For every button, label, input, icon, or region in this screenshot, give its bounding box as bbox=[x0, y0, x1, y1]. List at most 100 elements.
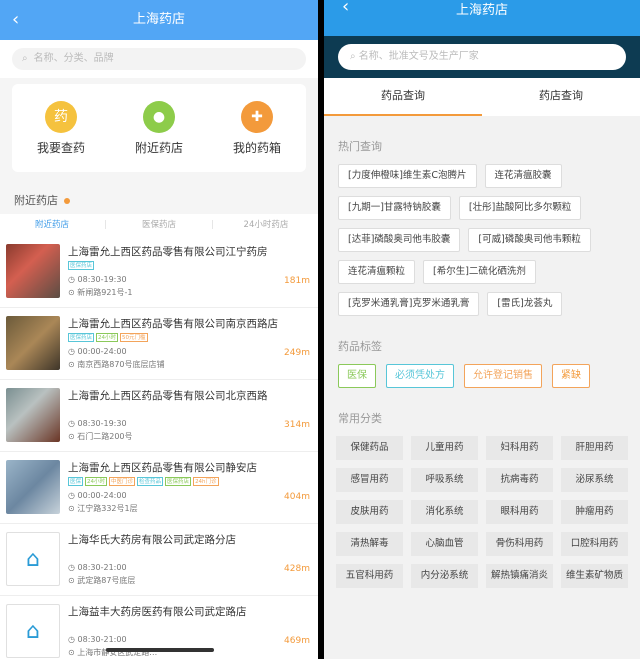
home-indicator[interactable] bbox=[106, 648, 214, 652]
tab-medicine-query[interactable]: 药品查询 bbox=[324, 78, 482, 116]
right-header: ‹ 上海药店 bbox=[324, 0, 640, 36]
category-chip[interactable]: 清热解毒 bbox=[336, 532, 403, 556]
location-pin-icon: ● bbox=[143, 100, 175, 133]
pharmacy-item[interactable]: 上海雷允上西区药品零售有限公司北京西路 ◷ 08:30-19:30 ⊙ 石门二路20… bbox=[0, 380, 318, 452]
medicine-box-icon: ✚ bbox=[241, 100, 273, 133]
category-chip[interactable]: 内分泌系统 bbox=[411, 564, 478, 588]
pharmacy-item[interactable]: 上海雷允上西区药品零售有限公司江宁药房 医保药店 ◷ 08:30-19:30 ⊙ 新闸… bbox=[0, 236, 318, 308]
pharmacy-item[interactable]: ⌂ 上海华氏大药房有限公司武定路分店 ◷ 08:30-21:00 ⊙ 武定路87号底层… bbox=[0, 524, 318, 596]
address: ⊙ 新闸路921号-1 bbox=[68, 286, 312, 299]
medicine-label-chip[interactable]: 医保 bbox=[338, 364, 376, 388]
pharmacy-name: 上海雷允上西区药品零售有限公司江宁药房 bbox=[68, 246, 268, 258]
category-chip[interactable]: 抗病毒药 bbox=[486, 468, 553, 492]
hours: ◷ 08:30-21:00 bbox=[68, 561, 312, 574]
address-text: 新闸路921号-1 bbox=[77, 288, 133, 297]
address-text: 石门二路200号 bbox=[77, 432, 133, 441]
category-chip[interactable]: 五官科用药 bbox=[336, 564, 403, 588]
pharmacy-photo bbox=[6, 316, 60, 370]
location-icon: ⊙ bbox=[68, 576, 78, 585]
search-input[interactable]: ⌕ 名称、批准文号及生产厂家 bbox=[338, 44, 626, 70]
distance: 428m bbox=[284, 564, 310, 574]
hot-query-chip[interactable]: [希尔生]二硫化硒洗剂 bbox=[423, 260, 536, 284]
category-chip[interactable]: 维生素矿物质 bbox=[561, 564, 628, 588]
category-chip[interactable]: 儿童用药 bbox=[411, 436, 478, 460]
category-chip[interactable]: 骨伤科用药 bbox=[486, 532, 553, 556]
hours: ◷ 08:30-19:30 bbox=[68, 273, 312, 286]
category-chip[interactable]: 皮肤用药 bbox=[336, 500, 403, 524]
query-tabs: 药品查询 药店查询 bbox=[324, 78, 640, 116]
tab-nearby[interactable]: 附近药店 bbox=[0, 214, 104, 236]
search-input[interactable]: ⌕ 名称、分类、品牌 bbox=[12, 48, 306, 70]
hot-query-chip[interactable]: 连花清瘟胶囊 bbox=[484, 164, 562, 188]
hot-query-chip[interactable]: [达菲]磷酸奥司他韦胶囊 bbox=[338, 228, 461, 252]
hot-title: 热门查询 bbox=[338, 140, 382, 153]
quick-label: 我的药箱 bbox=[232, 140, 281, 155]
category-chip[interactable]: 妇科用药 bbox=[486, 436, 553, 460]
medicine-label-chip[interactable]: 必须凭处方 bbox=[386, 364, 454, 388]
category-chip[interactable]: 肝胆用药 bbox=[561, 436, 628, 460]
back-icon[interactable]: ‹ bbox=[12, 0, 19, 40]
pharmacy-tag: 24小时 bbox=[96, 333, 119, 342]
category-chip[interactable]: 消化系统 bbox=[411, 500, 478, 524]
page-title: 上海药店 bbox=[455, 3, 508, 18]
pharmacy-tags bbox=[68, 621, 312, 631]
back-icon[interactable]: ‹ bbox=[342, 0, 349, 18]
category-chip[interactable]: 解热镇痛消炎 bbox=[486, 564, 553, 588]
left-header: ‹ 上海药店 bbox=[0, 0, 318, 40]
label-title: 药品标签 bbox=[338, 340, 382, 353]
pharmacy-list: 上海雷允上西区药品零售有限公司江宁药房 医保药店 ◷ 08:30-19:30 ⊙ 新闸… bbox=[0, 236, 318, 659]
hot-query-chip[interactable]: 连花清瘟颗粒 bbox=[338, 260, 416, 284]
categories: 保健药品 儿童用药 妇科用药 肝胆用药感冒用药 呼吸系统 抗病毒药 泌尿系统皮肤用药 消化系统… bbox=[324, 436, 640, 588]
category-title: 常用分类 bbox=[338, 412, 382, 425]
distance: 469m bbox=[284, 636, 310, 646]
quick-nearby-pharmacy[interactable]: ● 附近药店 bbox=[114, 100, 204, 156]
distance: 314m bbox=[284, 420, 310, 430]
category-chip[interactable]: 眼科用药 bbox=[486, 500, 553, 524]
pharmacy-name: 上海雷允上西区药品零售有限公司北京西路 bbox=[68, 390, 268, 402]
hot-query-chip[interactable]: [克罗米通乳膏]克罗米通乳膏 bbox=[338, 292, 480, 316]
hot-query-chip[interactable]: [壮彤]盐酸阿比多尔颗粒 bbox=[458, 196, 582, 220]
tab-24h[interactable]: 24小时药店 bbox=[214, 214, 318, 236]
dot-icon bbox=[64, 198, 70, 204]
location-icon: ⊙ bbox=[68, 648, 78, 657]
pharmacy-name: 上海雷允上西区药品零售有限公司南京西路店 bbox=[68, 318, 278, 330]
pharmacy-photo bbox=[6, 244, 60, 298]
pharmacy-item[interactable]: 上海雷允上西区药品零售有限公司南京西路店 医保药店 24小时 50元门槛 ◷ 00:00… bbox=[0, 308, 318, 380]
quick-my-medicine-box[interactable]: ✚ 我的药箱 bbox=[212, 100, 302, 156]
medicine-labels: 医保 必须凭处方 允许登记销售 紧缺 bbox=[324, 364, 640, 388]
hours: ◷ 00:00-24:00 bbox=[68, 489, 312, 502]
page-title: 上海药店 bbox=[132, 12, 185, 27]
clock-icon: ◷ bbox=[68, 563, 78, 572]
hot-query-chip[interactable]: [力度伸橙味]维生素C泡腾片 bbox=[338, 164, 477, 188]
distance: 249m bbox=[284, 348, 310, 358]
clock-icon: ◷ bbox=[68, 347, 78, 356]
pharmacy-tag: 医保 bbox=[68, 477, 84, 486]
category-chip[interactable]: 呼吸系统 bbox=[411, 468, 478, 492]
hot-query-chip[interactable]: [雷氏]龙荟丸 bbox=[487, 292, 563, 316]
hot-query-chip[interactable]: [九期一]甘露特钠胶囊 bbox=[338, 196, 451, 220]
category-chip[interactable]: 心脑血管 bbox=[411, 532, 478, 556]
hours-text: 08:30-19:30 bbox=[77, 419, 127, 428]
category-chip[interactable]: 泌尿系统 bbox=[561, 468, 628, 492]
pharmacy-name: 上海益丰大药房医药有限公司武定路店 bbox=[68, 606, 247, 618]
store-icon: ⌂ bbox=[6, 532, 60, 586]
category-chip[interactable]: 感冒用药 bbox=[336, 468, 403, 492]
tab-insurance[interactable]: 医保药店 bbox=[107, 214, 211, 236]
medicine-label-chip[interactable]: 允许登记销售 bbox=[464, 364, 542, 388]
tab-pharmacy-query[interactable]: 药店查询 bbox=[482, 78, 640, 116]
quick-find-medicine[interactable]: 药 我要查药 bbox=[16, 100, 106, 156]
pharmacy-item[interactable]: 上海雷允上西区药品零售有限公司静安店 医保 24小时 中医门诊 检查药品 医保药店 24h门… bbox=[0, 452, 318, 524]
hot-query-chip[interactable]: [可威]磷酸奥司他韦颗粒 bbox=[468, 228, 591, 252]
clock-icon: ◷ bbox=[68, 635, 78, 644]
pharmacy-name: 上海雷允上西区药品零售有限公司静安店 bbox=[68, 462, 257, 474]
category-chip[interactable]: 口腔科用药 bbox=[561, 532, 628, 556]
address-text: 南京西路870号底层店铺 bbox=[77, 360, 165, 369]
hours-text: 08:30-21:00 bbox=[77, 635, 127, 644]
medicine-label-chip[interactable]: 紧缺 bbox=[552, 364, 590, 388]
medicine-icon: 药 bbox=[45, 100, 77, 133]
category-chip[interactable]: 保健药品 bbox=[336, 436, 403, 460]
pharmacy-name: 上海华氏大药房有限公司武定路分店 bbox=[68, 534, 236, 546]
category-chip[interactable]: 肿瘤用药 bbox=[561, 500, 628, 524]
hours-text: 00:00-24:00 bbox=[77, 491, 127, 500]
pharmacy-info: 上海雷允上西区药品零售有限公司静安店 医保 24小时 中医门诊 检查药品 医保药店 24h门… bbox=[68, 460, 312, 515]
